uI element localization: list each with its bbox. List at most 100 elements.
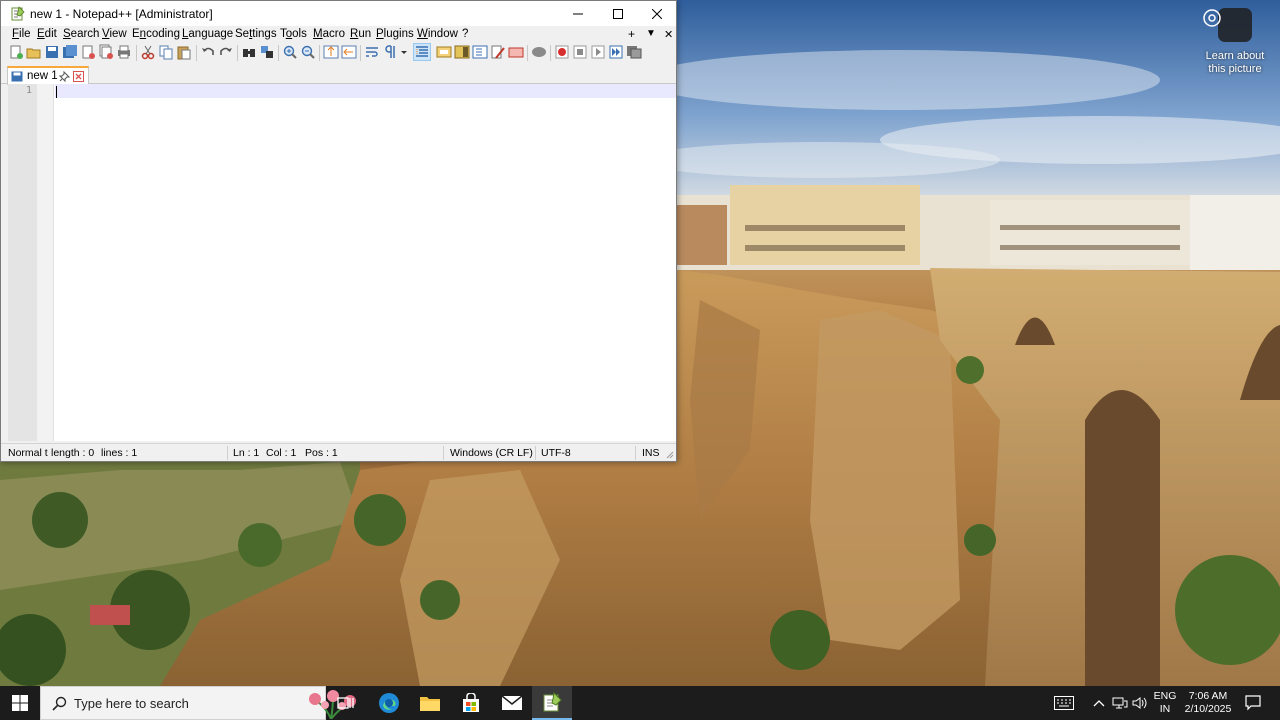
toolbar-separator bbox=[550, 45, 551, 61]
network-icon bbox=[1112, 697, 1128, 709]
chevron-down-icon[interactable] bbox=[399, 44, 409, 60]
tab-list-dropdown-button[interactable]: ▼ bbox=[646, 28, 656, 39]
tray-keyboard-button[interactable] bbox=[1050, 686, 1078, 720]
menu-settings[interactable]: Settings bbox=[235, 28, 277, 40]
word-wrap-icon[interactable] bbox=[364, 44, 380, 60]
learn-about-picture-label: Learn about this picture bbox=[1205, 50, 1265, 75]
sync-horizontal-scroll-icon[interactable] bbox=[341, 44, 357, 60]
stop-macro-icon[interactable] bbox=[572, 44, 588, 60]
toolbar-separator bbox=[278, 45, 279, 61]
resize-grip-icon[interactable] bbox=[664, 449, 674, 459]
taskbar-mail[interactable] bbox=[492, 686, 532, 720]
tab-bar: new 1 bbox=[1, 64, 676, 85]
action-center-button[interactable] bbox=[1238, 686, 1268, 720]
taskbar-notepadpp[interactable] bbox=[532, 686, 572, 720]
menu-tools[interactable]: Tools bbox=[280, 28, 307, 40]
status-bar: Normal t length : 0 lines : 1 Ln : 1 Col… bbox=[1, 443, 676, 461]
line-number-gutter: 1 bbox=[8, 84, 37, 441]
minimize-button[interactable] bbox=[558, 1, 598, 26]
status-encoding[interactable]: UTF-8 bbox=[541, 447, 571, 459]
maximize-icon bbox=[613, 8, 623, 19]
status-insert-mode[interactable]: INS bbox=[642, 447, 660, 459]
show-all-characters-icon[interactable] bbox=[382, 44, 398, 60]
paste-icon[interactable] bbox=[176, 44, 192, 60]
play-macro-icon[interactable] bbox=[590, 44, 606, 60]
menu-language[interactable]: Language bbox=[182, 28, 233, 40]
record-macro-icon[interactable] bbox=[554, 44, 570, 60]
menu-search[interactable]: Search bbox=[63, 28, 99, 40]
menu-help[interactable]: ? bbox=[462, 28, 468, 40]
speech-bubble-icon[interactable] bbox=[531, 44, 547, 60]
show-hidden-icons-button[interactable] bbox=[1090, 686, 1108, 720]
sync-vertical-scroll-icon[interactable] bbox=[323, 44, 339, 60]
menu-file[interactable]: File bbox=[12, 28, 31, 40]
save-all-icon[interactable] bbox=[62, 44, 78, 60]
task-view-icon bbox=[337, 697, 354, 709]
fold-margin bbox=[37, 84, 54, 441]
zoom-out-icon[interactable] bbox=[300, 44, 316, 60]
menu-view[interactable]: View bbox=[102, 28, 127, 40]
tab-new-1[interactable]: new 1 bbox=[7, 66, 89, 85]
close-icon bbox=[652, 8, 662, 19]
input-language-indicator[interactable]: ENG IN bbox=[1151, 690, 1179, 716]
clock-time: 7:06 AM bbox=[1188, 690, 1228, 702]
taskbar-microsoft-store[interactable] bbox=[451, 686, 491, 720]
taskbar: Type here to search ENG IN 7:06 AM 2/10/… bbox=[0, 686, 1280, 720]
run-macro-multiple-icon[interactable] bbox=[608, 44, 624, 60]
learn-about-picture-button[interactable]: Learn about this picture bbox=[1202, 8, 1268, 76]
close-tab-icon[interactable] bbox=[73, 71, 84, 82]
find-icon[interactable] bbox=[241, 44, 257, 60]
new-file-icon[interactable] bbox=[8, 44, 24, 60]
clock-date: 2/10/2025 bbox=[1184, 703, 1232, 715]
volume-button[interactable] bbox=[1130, 686, 1150, 720]
close-all-icon[interactable] bbox=[98, 44, 114, 60]
pin-icon[interactable] bbox=[59, 71, 70, 82]
folder-as-workspace-icon[interactable] bbox=[490, 44, 506, 60]
notification-icon bbox=[1245, 695, 1261, 711]
menu-edit[interactable]: Edit bbox=[37, 28, 57, 40]
replace-icon[interactable] bbox=[259, 44, 275, 60]
title-bar[interactable]: new 1 - Notepad++ [Administrator] bbox=[1, 1, 676, 26]
redo-icon[interactable] bbox=[218, 44, 234, 60]
text-editor[interactable]: 1 bbox=[8, 84, 676, 441]
clock[interactable]: 7:06 AM 2/10/2025 bbox=[1181, 690, 1235, 716]
save-macro-icon[interactable] bbox=[626, 44, 642, 60]
save-icon[interactable] bbox=[44, 44, 60, 60]
close-button[interactable] bbox=[637, 1, 677, 26]
function-list-icon[interactable] bbox=[472, 44, 488, 60]
menu-plugins[interactable]: Plugins bbox=[376, 28, 414, 40]
taskbar-search-box[interactable]: Type here to search bbox=[40, 686, 356, 720]
taskbar-file-explorer[interactable] bbox=[410, 686, 450, 720]
undo-icon[interactable] bbox=[200, 44, 216, 60]
close-document-button[interactable]: ✕ bbox=[664, 28, 673, 41]
close-file-icon[interactable] bbox=[80, 44, 96, 60]
menu-run[interactable]: Run bbox=[350, 28, 371, 40]
print-icon[interactable] bbox=[116, 44, 132, 60]
maximize-button[interactable] bbox=[598, 1, 638, 26]
zoom-in-icon[interactable] bbox=[282, 44, 298, 60]
user-defined-language-icon[interactable] bbox=[436, 44, 452, 60]
notepadpp-app-icon bbox=[11, 6, 25, 21]
task-view-button[interactable] bbox=[326, 686, 366, 720]
new-tab-plus-button[interactable]: + bbox=[628, 27, 635, 41]
network-button[interactable] bbox=[1110, 686, 1130, 720]
menu-macro[interactable]: Macro bbox=[313, 28, 345, 40]
copy-icon[interactable] bbox=[158, 44, 174, 60]
open-file-icon[interactable] bbox=[26, 44, 42, 60]
indent-guide-icon[interactable] bbox=[413, 43, 431, 61]
start-button[interactable] bbox=[0, 686, 40, 720]
microsoft-store-icon bbox=[463, 693, 479, 712]
document-map-icon[interactable] bbox=[454, 44, 470, 60]
status-eol-format[interactable]: Windows (CR LF) bbox=[450, 447, 533, 459]
toolbar-separator bbox=[527, 45, 528, 61]
current-line-highlight bbox=[55, 84, 676, 98]
line-number: 1 bbox=[25, 85, 32, 96]
search-placeholder: Type here to search bbox=[74, 696, 189, 711]
menu-window[interactable]: Window bbox=[417, 28, 458, 40]
taskbar-edge[interactable] bbox=[369, 686, 409, 720]
monitoring-icon[interactable] bbox=[508, 44, 524, 60]
menu-encoding[interactable]: Encoding bbox=[132, 28, 180, 40]
edge-browser-icon bbox=[379, 693, 399, 713]
tab-label: new 1 bbox=[27, 70, 58, 82]
cut-icon[interactable] bbox=[140, 44, 156, 60]
